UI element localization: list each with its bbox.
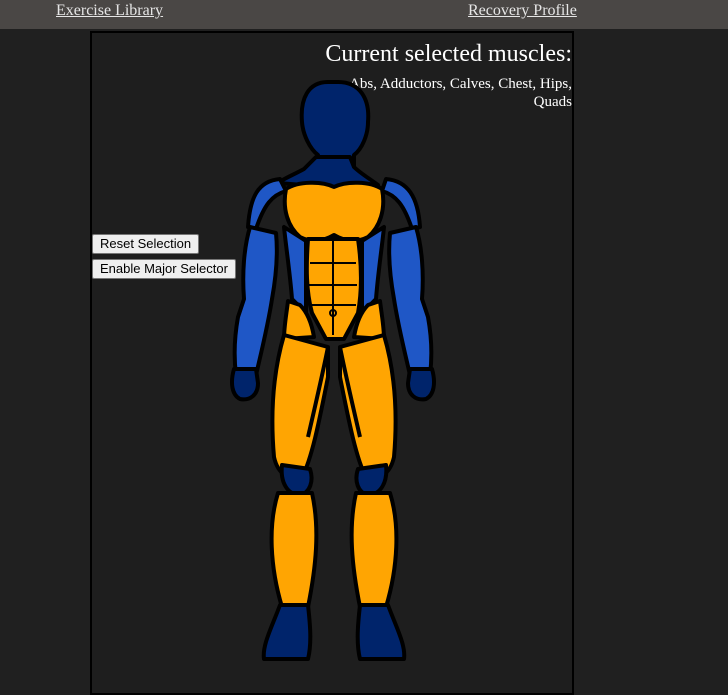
enable-major-selector-button[interactable]: Enable Major Selector [92,259,236,279]
chest-muscle[interactable] [282,180,386,243]
exercise-library-link[interactable]: Exercise Library [56,1,163,21]
reset-selection-button[interactable]: Reset Selection [92,234,200,254]
left-hand [230,367,260,402]
right-calf-muscle[interactable] [349,491,399,609]
left-arm-muscle[interactable] [232,225,279,377]
body-muscle-map[interactable] [228,77,448,667]
right-arm-muscle[interactable] [387,225,434,377]
left-foot [261,603,313,661]
right-hand [406,367,436,402]
left-shoulder-muscle[interactable] [246,177,288,231]
right-shoulder-muscle[interactable] [380,177,422,231]
left-knee [279,463,314,497]
right-foot [355,603,407,661]
top-nav-bar: Exercise Library Recovery Profile [0,0,728,29]
right-knee [354,463,389,497]
left-calf-muscle[interactable] [269,491,319,609]
left-quad-muscle[interactable] [270,333,330,481]
selected-muscles-title: Current selected muscles: [325,41,572,67]
right-quad-muscle[interactable] [338,333,398,481]
recovery-profile-link[interactable]: Recovery Profile [468,1,577,21]
